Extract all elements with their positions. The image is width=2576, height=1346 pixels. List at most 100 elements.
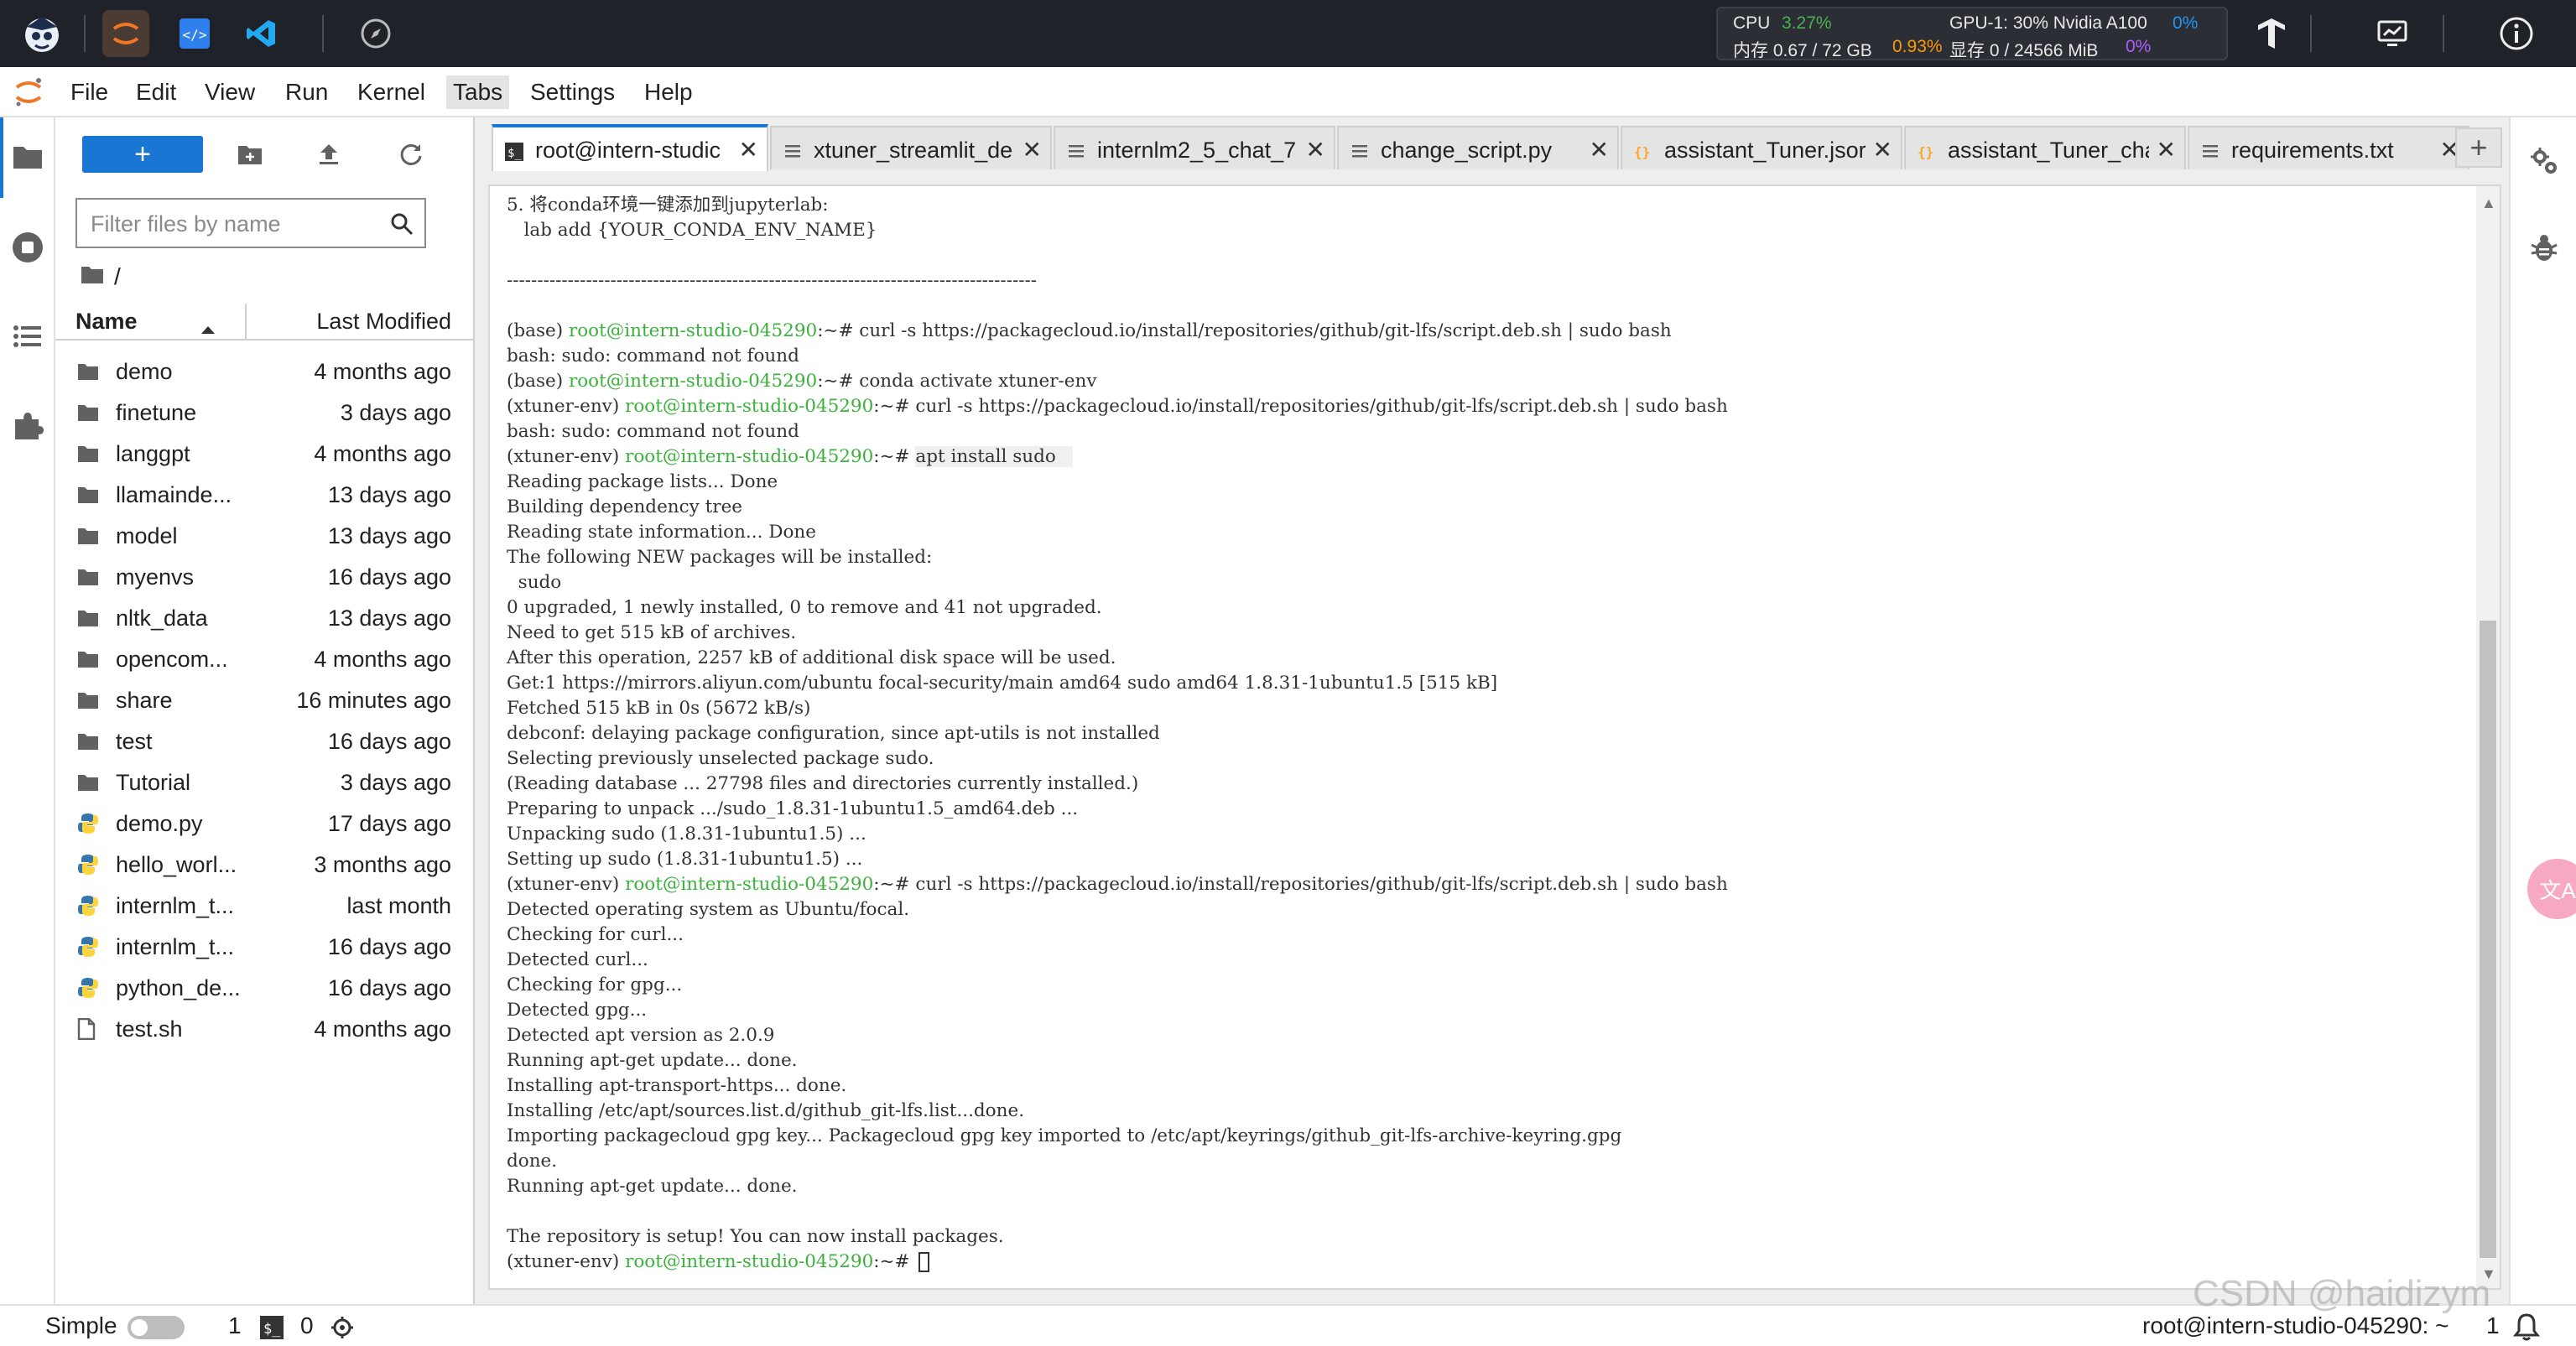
intern-logo-icon[interactable] (18, 10, 65, 57)
prompt-command: :~# curl -s https://packagecloud.io/inst… (873, 396, 1728, 417)
folder-icon (77, 607, 99, 627)
file-row[interactable]: demo 4 months ago (55, 351, 473, 392)
menu-edit[interactable]: Edit (129, 75, 183, 109)
menu-file[interactable]: File (64, 75, 115, 109)
translate-button[interactable]: 文A (2527, 859, 2576, 919)
jupyter-icon[interactable] (102, 10, 149, 57)
file-modified: 16 days ago (327, 729, 451, 754)
filter-files-field[interactable] (75, 198, 426, 248)
new-folder-icon[interactable] (232, 136, 268, 173)
search-icon[interactable] (389, 211, 414, 236)
code-editor-icon[interactable]: </> (171, 10, 218, 57)
jupyter-logo-icon (12, 75, 45, 109)
notification-count[interactable]: 1 (2486, 1312, 2500, 1339)
tab-label: assistant_Tuner.jsor (1664, 138, 1866, 163)
breadcrumb-folder-icon[interactable] (81, 263, 104, 290)
terminal-line: The repository is setup! You can now ins… (507, 1224, 2469, 1250)
tensorflow-icon[interactable] (2250, 12, 2293, 55)
kernel-status-icon[interactable] (330, 1316, 354, 1345)
file-row[interactable]: internlm_t... last month (55, 885, 473, 926)
new-launcher-button[interactable]: + (82, 136, 203, 173)
terminal-line: Running apt-get update... done. (507, 1174, 2469, 1199)
extensions-icon[interactable] (8, 406, 47, 444)
file-row[interactable]: llamainde... 13 days ago (55, 474, 473, 515)
tab-assistant-tuner-chat[interactable]: {} assistant_Tuner_cha ✕ (1904, 126, 2186, 169)
vscode-icon[interactable] (238, 10, 285, 57)
compass-icon[interactable] (352, 10, 399, 57)
file-row[interactable]: python_de... 16 days ago (55, 967, 473, 1008)
running-kernels-icon[interactable] (8, 228, 47, 267)
scrollbar-thumb[interactable] (2480, 621, 2496, 1258)
info-icon[interactable] (2495, 12, 2538, 55)
json-file-icon: {} (1918, 141, 1936, 160)
tab-xtuner-streamlit[interactable]: xtuner_streamlit_de ✕ (770, 126, 1052, 169)
file-row[interactable]: test.sh 4 months ago (55, 1008, 473, 1049)
menu-settings[interactable]: Settings (523, 75, 622, 109)
close-icon[interactable]: ✕ (1023, 136, 1042, 164)
scroll-up-icon[interactable]: ▲ (2481, 195, 2496, 212)
file-row[interactable]: Tutorial 3 days ago (55, 761, 473, 803)
close-icon[interactable]: ✕ (1306, 136, 1325, 164)
file-row[interactable]: nltk_data 13 days ago (55, 597, 473, 638)
file-row[interactable]: myenvs 16 days ago (55, 556, 473, 597)
file-icon (77, 1017, 99, 1041)
file-row[interactable]: internlm_t... 16 days ago (55, 926, 473, 967)
terminal-line: Installing apt-transport-https... done. (507, 1073, 2469, 1099)
property-inspector-icon[interactable] (2526, 143, 2563, 179)
debugger-icon[interactable] (2526, 230, 2563, 267)
terminal-count[interactable]: 1 (228, 1312, 242, 1339)
text-file-icon (1350, 141, 1369, 159)
terminal-text: (xtuner-env) (507, 446, 626, 467)
column-name-header[interactable]: Name (75, 309, 138, 335)
file-row[interactable]: share 16 minutes ago (55, 679, 473, 720)
file-row[interactable]: hello_worl... 3 months ago (55, 844, 473, 885)
terminal-cursor[interactable] (919, 1252, 930, 1272)
terminal-line: lab add {YOUR_CONDA_ENV_NAME} (507, 218, 2469, 243)
kernel-count[interactable]: 0 (300, 1312, 314, 1339)
table-of-contents-icon[interactable] (8, 317, 47, 356)
close-icon[interactable]: ✕ (1873, 136, 1892, 164)
top-toolbar: </> CPU 3.27% GPU-1: 30% Nvidia A100 0% … (0, 0, 2576, 67)
terminal-line: Installing /etc/apt/sources.list.d/githu… (507, 1099, 2469, 1124)
file-row[interactable]: test 16 days ago (55, 720, 473, 761)
terminal-panel[interactable]: 5. 将conda环境一键添加到jupyterlab: lab add {YOU… (488, 184, 2501, 1290)
file-row[interactable]: demo.py 17 days ago (55, 803, 473, 844)
tab-assistant-tuner-json[interactable]: {} assistant_Tuner.jsor ✕ (1621, 126, 1902, 169)
breadcrumb-root[interactable]: / (114, 263, 121, 290)
menu-view[interactable]: View (198, 75, 262, 109)
folder-icon[interactable] (8, 138, 47, 176)
file-row[interactable]: opencom... 4 months ago (55, 638, 473, 679)
menu-help[interactable]: Help (637, 75, 700, 109)
bell-icon[interactable] (2512, 1312, 2541, 1346)
refresh-icon[interactable] (393, 136, 429, 173)
menu-run[interactable]: Run (278, 75, 335, 109)
terminal-output[interactable]: 5. 将conda环境一键添加到jupyterlab: lab add {YOU… (507, 193, 2469, 1275)
file-row[interactable]: finetune 3 days ago (55, 392, 473, 433)
tab-change-script[interactable]: change_script.py ✕ (1337, 126, 1619, 169)
tab-internlm-chat[interactable]: internlm2_5_chat_7 ✕ (1054, 126, 1335, 169)
file-modified: 4 months ago (314, 647, 451, 672)
file-row[interactable]: langgpt 4 months ago (55, 433, 473, 474)
monitor-icon[interactable] (2370, 12, 2414, 55)
folder-icon (77, 772, 99, 792)
close-icon[interactable]: ✕ (2157, 136, 2176, 164)
close-icon[interactable]: ✕ (739, 136, 758, 164)
prompt-command: :~# conda activate xtuner-env (817, 371, 1097, 392)
terminal-scrollbar[interactable]: ▲ ▼ (2476, 186, 2500, 1288)
menu-tabs[interactable]: Tabs (446, 75, 510, 109)
menu-kernel[interactable]: Kernel (351, 75, 432, 109)
simple-mode-toggle[interactable] (127, 1316, 185, 1339)
file-row[interactable]: model 13 days ago (55, 515, 473, 556)
column-modified-header[interactable]: Last Modified (316, 309, 451, 335)
sort-ascending-icon[interactable] (200, 315, 216, 341)
terminal-status-icon[interactable]: $_ (260, 1316, 284, 1345)
filter-files-input[interactable] (91, 208, 376, 240)
terminal-line: (base) root@intern-studio-045290:~# cond… (507, 369, 2469, 394)
upload-icon[interactable] (310, 136, 347, 173)
add-tab-button[interactable]: + (2455, 127, 2502, 168)
tab-requirements[interactable]: requirements.txt ✕ (2188, 126, 2469, 169)
tab-terminal[interactable]: $_ root@intern-studic ✕ (492, 124, 768, 171)
close-icon[interactable]: ✕ (1590, 136, 1609, 164)
main-area: $_ root@intern-studic ✕ xtuner_streamlit… (475, 117, 2509, 1304)
